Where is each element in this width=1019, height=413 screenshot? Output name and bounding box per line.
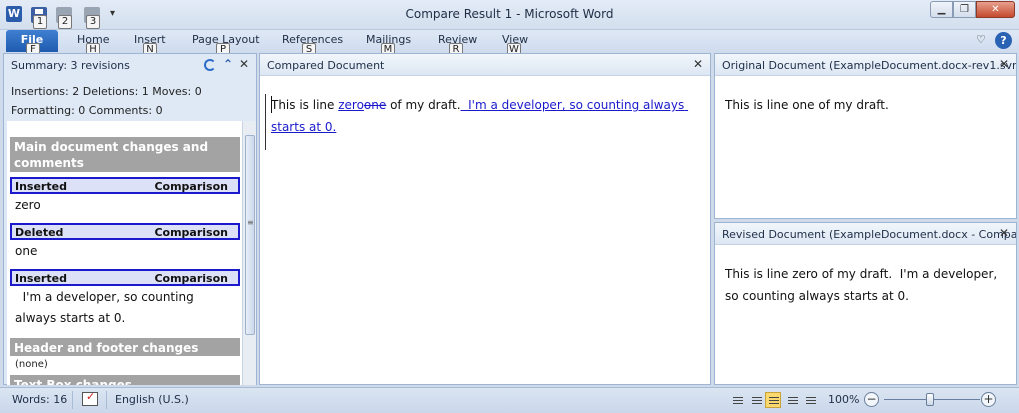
- zoom-slider-thumb[interactable]: [926, 393, 934, 406]
- change-bar: [265, 94, 266, 150]
- original-document-title: Original Document (ExampleDocument.docx-…: [722, 59, 1016, 72]
- reviewing-pane-header: Summary: 3 revisions: [4, 54, 256, 76]
- revision-type: Inserted: [15, 272, 67, 285]
- revised-document-body[interactable]: This is line zero of my draft. I'm a dev…: [725, 263, 1010, 307]
- word-count[interactable]: Words: 16: [12, 393, 67, 406]
- close-reviewing-pane-icon[interactable]: ✕: [239, 57, 249, 71]
- summary-stats-formatting: Formatting: 0 Comments: 0: [11, 104, 163, 117]
- text-before: This is line: [271, 98, 339, 112]
- reviewing-pane-scrollbar[interactable]: ≡: [242, 121, 256, 385]
- scrollbar-thumb[interactable]: [245, 135, 255, 335]
- status-divider: [72, 391, 73, 409]
- reviewing-pane: Summary: 3 revisions ⌃ ✕ Insertions: 2 D…: [3, 53, 257, 385]
- ribbon-tabs: File F Home H Insert N Page Layout P Ref…: [0, 30, 1019, 57]
- close-icon: ✕: [991, 4, 1000, 15]
- close-compared-pane-icon[interactable]: ✕: [693, 57, 703, 71]
- revision-text[interactable]: one: [15, 241, 237, 262]
- status-bar: Words: 16 English (U.S.) 100% − +: [0, 387, 1019, 413]
- original-document-body[interactable]: This is line one of my draft.: [725, 94, 1010, 116]
- revision-source: Comparison: [154, 180, 228, 193]
- revision-list: Main document changes and comments Inser…: [7, 121, 242, 385]
- status-divider: [106, 391, 107, 409]
- revision-source: Comparison: [154, 226, 228, 239]
- zoom-out-button[interactable]: −: [864, 392, 879, 407]
- restore-button[interactable]: ❐: [953, 1, 976, 18]
- web-layout-view-icon[interactable]: [765, 392, 781, 408]
- compared-document-header: Compared Document: [260, 54, 710, 76]
- restore-icon: ❐: [960, 4, 969, 15]
- minimize-ribbon-icon[interactable]: ♡: [976, 33, 986, 46]
- text-middle: of my draft.: [386, 98, 461, 112]
- revision-type: Deleted: [15, 226, 64, 239]
- revision-type: Inserted: [15, 180, 67, 193]
- close-revised-pane-icon[interactable]: ✕: [999, 226, 1009, 240]
- collapse-up-icon[interactable]: ⌃: [223, 57, 233, 71]
- revision-text[interactable]: zero: [15, 195, 237, 216]
- zoom-in-button[interactable]: +: [981, 392, 996, 407]
- window-title: Compare Result 1 - Microsoft Word: [405, 7, 614, 21]
- original-document-pane: Original Document (ExampleDocument.docx-…: [714, 53, 1017, 219]
- group-main-document[interactable]: Main document changes and comments: [10, 137, 240, 172]
- revised-document-header: Revised Document (ExampleDocument.docx -…: [715, 223, 1016, 245]
- compared-document-title: Compared Document: [267, 59, 385, 72]
- outline-view-icon[interactable]: [784, 392, 800, 408]
- close-original-pane-icon[interactable]: ✕: [999, 57, 1009, 71]
- compared-document-body[interactable]: This is line zeroone of my draft. I'm a …: [271, 94, 701, 138]
- draft-view-icon[interactable]: [802, 392, 818, 408]
- proofing-icon[interactable]: [82, 390, 98, 406]
- header-footer-none: (none): [15, 359, 48, 370]
- inserted-word: zero: [338, 98, 364, 112]
- compared-document-pane: Compared Document ✕ This is line zeroone…: [259, 53, 711, 385]
- close-button[interactable]: ✕: [976, 1, 1015, 18]
- print-layout-view-icon[interactable]: [729, 392, 745, 408]
- scrollbar-grip-icon: ≡: [247, 218, 254, 227]
- group-header-footer[interactable]: Header and footer changes: [10, 338, 240, 356]
- language-indicator[interactable]: English (U.S.): [115, 393, 189, 406]
- group-text-box[interactable]: Text Box changes: [10, 375, 240, 385]
- summary-stats-insertions: Insertions: 2 Deletions: 1 Moves: 0: [11, 85, 202, 98]
- zoom-level[interactable]: 100%: [828, 393, 859, 406]
- summary-title: Summary: 3 revisions: [11, 59, 130, 72]
- deleted-word: one: [363, 98, 387, 112]
- revised-document-title: Revised Document (ExampleDocument.docx -…: [722, 228, 1016, 241]
- revision-header[interactable]: Inserted Comparison: [10, 177, 240, 194]
- revision-header[interactable]: Deleted Comparison: [10, 223, 240, 240]
- original-document-header: Original Document (ExampleDocument.docx-…: [715, 54, 1016, 76]
- help-button[interactable]: ?: [995, 32, 1012, 49]
- revision-text[interactable]: I'm a developer, so counting always star…: [15, 287, 237, 329]
- full-screen-reading-view-icon[interactable]: [748, 392, 764, 408]
- revised-document-pane: Revised Document (ExampleDocument.docx -…: [714, 222, 1017, 385]
- minimize-button[interactable]: ▁: [930, 1, 953, 18]
- revision-header[interactable]: Inserted Comparison: [10, 269, 240, 286]
- minimize-icon: ▁: [937, 4, 946, 15]
- refresh-icon[interactable]: [204, 59, 216, 71]
- title-bar: W 1 2 3 ▾ Compare Result 1 - Microsoft W…: [0, 0, 1019, 30]
- revision-source: Comparison: [154, 272, 228, 285]
